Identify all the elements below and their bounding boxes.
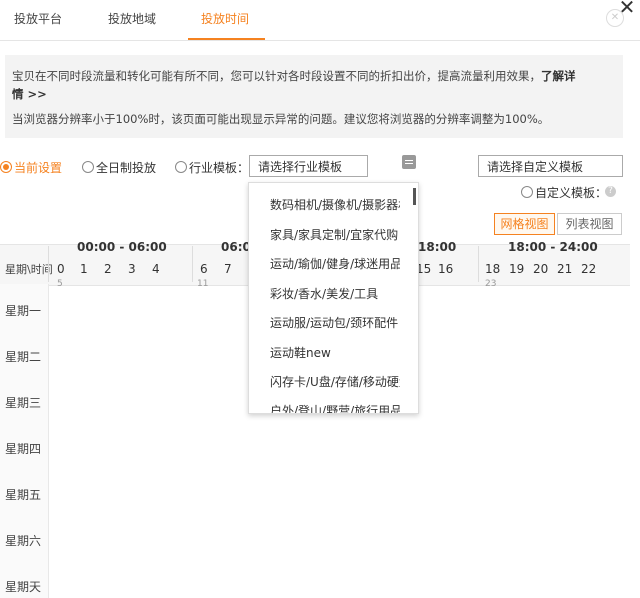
day-label-sat: 星期六 [5, 534, 42, 548]
dropdown-item[interactable]: 户外/登山/野营/旅行用品 [270, 402, 400, 413]
info-text-line1: 宝贝在不同时段流量和转化可能有所不同，您可以针对各时段设置不同的折扣出价，提高流… [12, 68, 576, 84]
tab-schedule[interactable]: 投放时间 [201, 0, 249, 38]
hour-label: 4 [152, 262, 160, 276]
radio-industry-template-label[interactable]: 行业模板： [189, 159, 249, 176]
tab-region[interactable]: 投放地域 [108, 0, 156, 38]
hour-label: 1 [80, 262, 88, 276]
learn-more-link[interactable]: 了解详 [541, 69, 576, 83]
radio-custom-template[interactable] [521, 186, 533, 198]
hour-label: 16 [438, 262, 454, 276]
hour-label: 22 [581, 262, 597, 276]
period-separator [48, 246, 49, 282]
dropdown-item[interactable]: 数码相机/摄像机/摄影器材 [270, 196, 400, 213]
day-label-fri: 星期五 [5, 488, 42, 502]
hour-label: 0 [57, 262, 65, 276]
active-tab-underline [188, 38, 265, 40]
industry-template-select[interactable]: 请选择行业模板 [249, 155, 368, 177]
hour-sub-label: 5 [57, 279, 63, 289]
dropdown-item[interactable]: 家具/家具定制/宜家代购 [270, 226, 400, 243]
radio-industry-template[interactable] [175, 161, 187, 173]
period-label: 18:00 - 24:00 [508, 240, 598, 254]
day-label-tue: 星期二 [5, 350, 42, 364]
day-label-mon: 星期一 [5, 304, 42, 318]
radio-allday-label[interactable]: 全日制投放 [96, 159, 156, 176]
dropdown-scrollbar[interactable] [413, 188, 416, 205]
calendar-icon[interactable] [402, 155, 416, 169]
hour-label: 3 [128, 262, 136, 276]
period-separator [478, 246, 479, 282]
day-label-wed: 星期三 [5, 396, 42, 410]
learn-more-link-cont[interactable]: 情 >> [12, 86, 47, 102]
dropdown-item[interactable]: 运动服/运动包/颈环配件 [270, 314, 400, 331]
hour-label: 18 [485, 262, 501, 276]
period-label: 00:00 - 06:00 [77, 240, 167, 254]
learn-more-link-tail[interactable]: 情 >> [12, 87, 47, 101]
radio-current-setting[interactable] [0, 161, 12, 173]
info-box: 宝贝在不同时段流量和转化可能有所不同，您可以针对各时段设置不同的折扣出价，提高流… [5, 55, 623, 138]
hour-label: 19 [509, 262, 525, 276]
grid-corner-label: 星期\时间 [5, 263, 53, 276]
radio-custom-template-label[interactable]: 自定义模板： [535, 184, 607, 201]
dropdown-item[interactable]: 闪存卡/U盘/存储/移动硬盘 [270, 373, 400, 390]
dropdown-item[interactable]: 运动/瑜伽/健身/球迷用品 [270, 255, 400, 272]
custom-template-select[interactable]: 请选择自定义模板 [478, 155, 623, 177]
list-view-button[interactable]: 列表视图 [557, 213, 622, 235]
hour-sub-label: 23 [485, 279, 497, 289]
tab-platform[interactable]: 投放平台 [14, 0, 62, 38]
period-separator [192, 246, 193, 282]
hour-label: 20 [533, 262, 549, 276]
dropdown-item[interactable]: 彩妆/香水/美发/工具 [270, 285, 400, 302]
resolution-warning: 当浏览器分辨率小于100%时，该页面可能出现显示异常的问题。建议您将浏览器的分辨… [12, 112, 550, 126]
help-icon[interactable]: ? [605, 186, 616, 197]
radio-allday[interactable] [82, 161, 94, 173]
hour-label: 6 [200, 262, 208, 276]
hour-label: 7 [224, 262, 232, 276]
industry-template-dropdown: 数码相机/摄像机/摄影器材 家具/家具定制/宜家代购 运动/瑜伽/健身/球迷用品… [248, 182, 419, 414]
day-label-sun: 星期天 [5, 580, 42, 594]
day-label-thu: 星期四 [5, 442, 42, 456]
hour-sub-label: 11 [197, 279, 209, 289]
radio-current-setting-label[interactable]: 当前设置 [14, 159, 62, 176]
info-description: 宝贝在不同时段流量和转化可能有所不同，您可以针对各时段设置不同的折扣出价，提高流… [12, 69, 541, 83]
hour-label: 2 [104, 262, 112, 276]
tab-bar: 投放平台 投放地域 投放时间 [0, 0, 640, 41]
close-icon[interactable]: ✕ [614, 0, 640, 20]
hour-label: 21 [557, 262, 573, 276]
period-label: 18:00 [418, 240, 457, 254]
grid-view-button[interactable]: 网格视图 [494, 213, 555, 235]
dropdown-item[interactable]: 运动鞋new [270, 344, 400, 361]
